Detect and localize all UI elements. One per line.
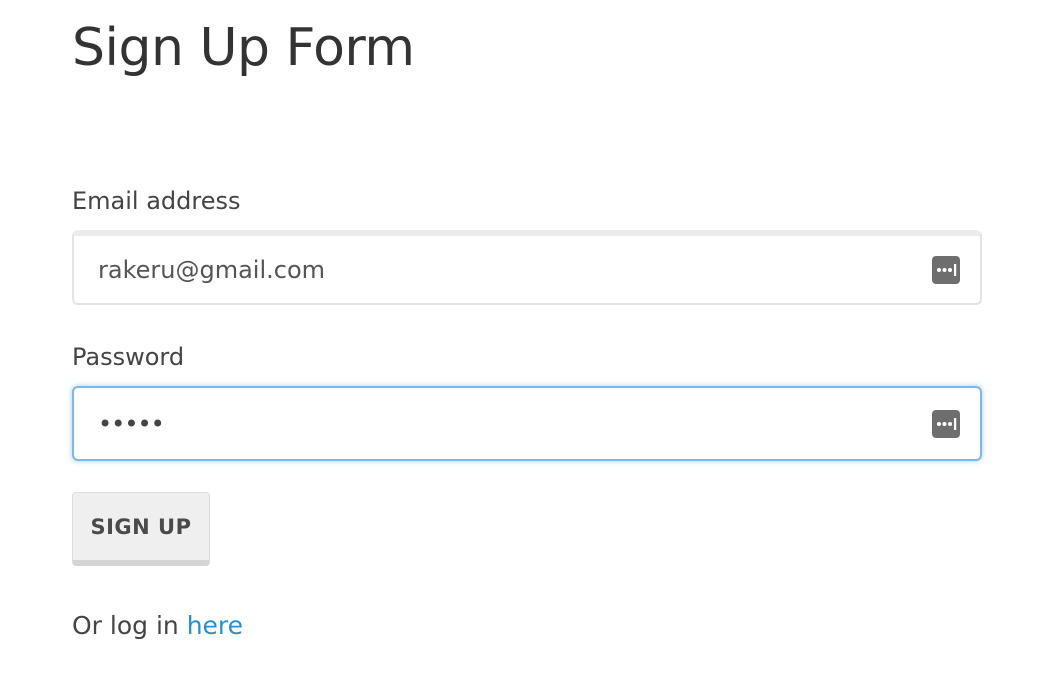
email-value[interactable]: rakeru@gmail.com — [98, 255, 932, 285]
password-manager-glyph — [937, 263, 957, 276]
page-title: Sign Up Form — [72, 18, 415, 78]
password-label: Password — [72, 343, 185, 371]
sign-up-button[interactable]: SIGN UP — [72, 492, 210, 566]
email-field[interactable]: rakeru@gmail.com — [72, 230, 982, 305]
password-manager-icon[interactable] — [932, 255, 960, 284]
password-manager-icon[interactable] — [932, 409, 960, 438]
password-field[interactable]: ••••• — [72, 386, 982, 461]
signup-page: Sign Up Form Email address rakeru@gmail.… — [0, 0, 1056, 700]
login-link[interactable]: here — [187, 611, 243, 640]
login-prompt: Or log in here — [72, 610, 243, 642]
password-value[interactable]: ••••• — [98, 409, 932, 439]
password-manager-glyph — [937, 417, 957, 430]
login-prompt-text: Or log in — [72, 611, 187, 640]
email-label: Email address — [72, 187, 241, 215]
